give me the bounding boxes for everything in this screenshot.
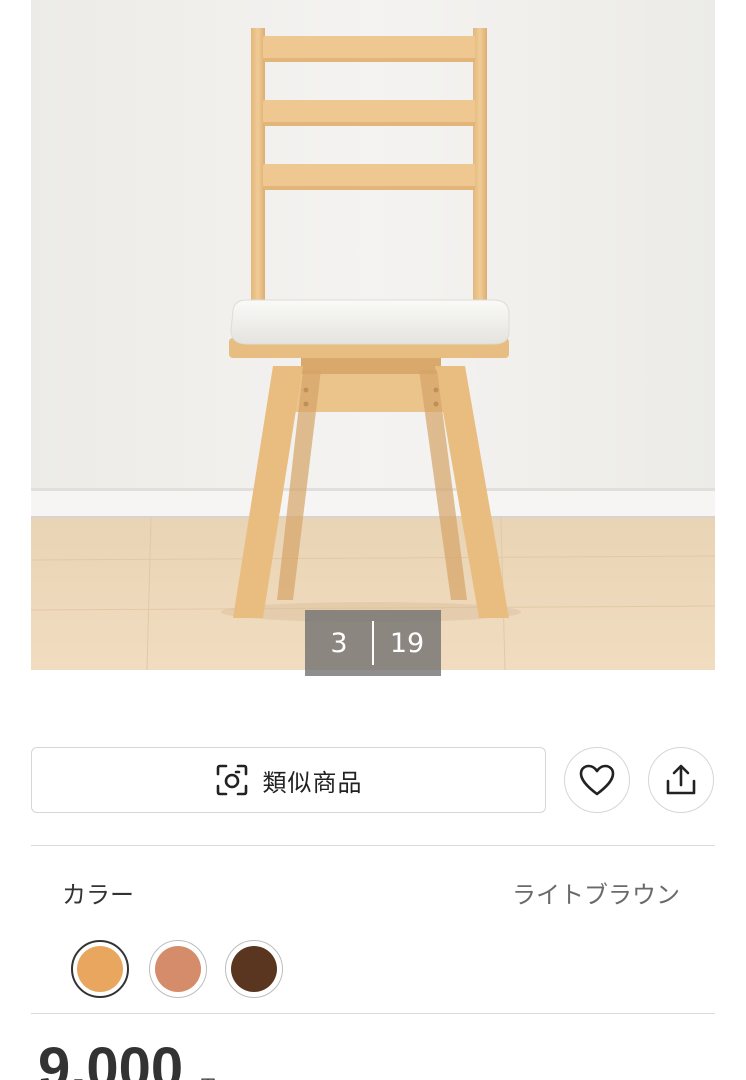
price-amount: 9,000 (38, 1036, 184, 1080)
current-image-number: 3 (330, 627, 348, 659)
price-unit: 円 (200, 1072, 216, 1080)
product-image[interactable] (31, 0, 715, 670)
divider (31, 845, 715, 846)
camera-scan-icon (216, 764, 247, 796)
favorite-button[interactable] (564, 747, 630, 813)
color-swatch-dark-brown[interactable] (225, 940, 283, 998)
selected-color-name: ライトブラウン (512, 881, 680, 909)
similar-items-button[interactable]: 類似商品 (31, 747, 546, 813)
product-page: 3 19 類似商品 カラー ライトブラウン 9,000 (0, 0, 746, 1080)
image-counter: 3 19 (305, 610, 441, 676)
swatch-fill (155, 946, 201, 992)
total-image-count: 19 (389, 627, 425, 659)
color-swatch-medium-brown[interactable] (149, 940, 207, 998)
swatch-fill (77, 946, 123, 992)
share-icon (666, 764, 696, 795)
share-button[interactable] (648, 747, 714, 813)
heart-icon (579, 764, 615, 796)
divider (31, 1013, 715, 1014)
similar-items-label: 類似商品 (262, 768, 363, 797)
chair-photo (31, 0, 715, 670)
color-label: カラー (62, 881, 134, 909)
color-swatch-light-brown[interactable] (71, 940, 129, 998)
swatch-fill (231, 946, 277, 992)
